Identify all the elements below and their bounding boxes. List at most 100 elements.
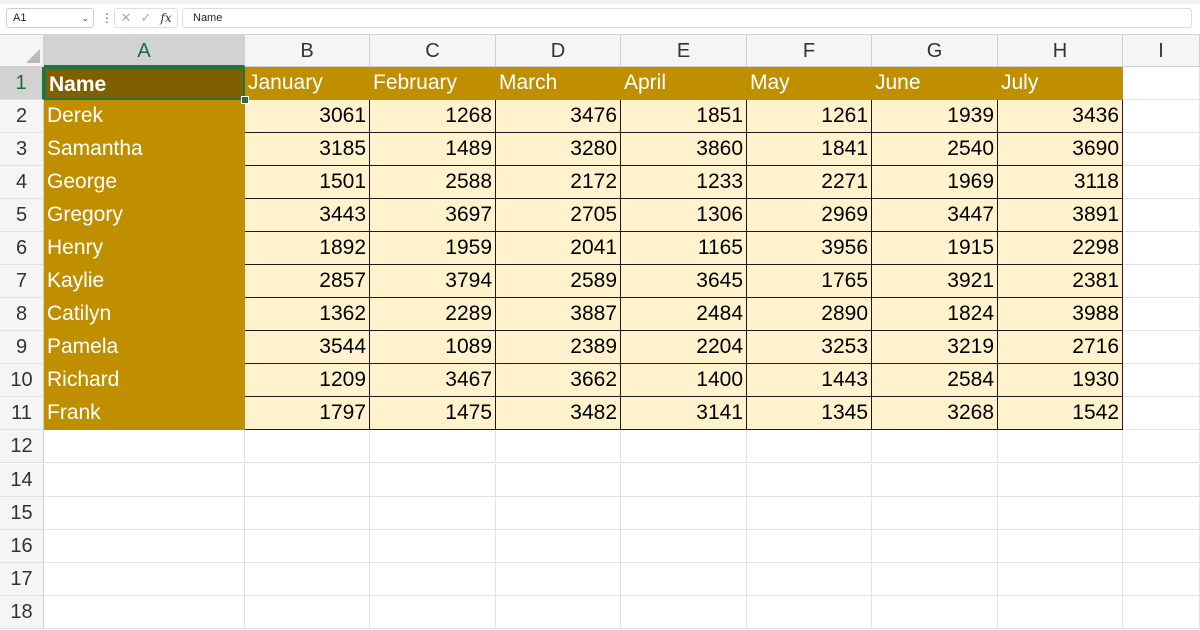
chevron-down-icon[interactable]: ⌄: [81, 9, 89, 27]
name-cell[interactable]: Frank: [44, 397, 245, 430]
column-header-a[interactable]: A: [44, 35, 245, 67]
column-header-b[interactable]: B: [245, 35, 370, 67]
cell-e16[interactable]: [621, 530, 747, 563]
name-cell[interactable]: George: [44, 166, 245, 199]
value-cell[interactable]: 3956: [747, 232, 872, 265]
cell-b18[interactable]: [245, 596, 370, 629]
column-header-c[interactable]: C: [370, 35, 496, 67]
row-header-15[interactable]: 15: [0, 497, 44, 530]
value-cell[interactable]: 1797: [245, 397, 370, 430]
table-header-cell[interactable]: July: [998, 67, 1123, 100]
cell-i17[interactable]: [1123, 563, 1200, 596]
row-header-7[interactable]: 7: [0, 265, 44, 298]
fill-handle[interactable]: [241, 96, 249, 104]
value-cell[interactable]: 3253: [747, 331, 872, 364]
cell-f17[interactable]: [747, 563, 872, 596]
column-header-d[interactable]: D: [496, 35, 621, 67]
cell-i5[interactable]: [1123, 199, 1200, 232]
value-cell[interactable]: 2890: [747, 298, 872, 331]
value-cell[interactable]: 3891: [998, 199, 1123, 232]
column-header-g[interactable]: G: [872, 35, 998, 67]
value-cell[interactable]: 3544: [245, 331, 370, 364]
cell-d16[interactable]: [496, 530, 621, 563]
value-cell[interactable]: 3436: [998, 100, 1123, 133]
row-header-4[interactable]: 4: [0, 166, 44, 199]
value-cell[interactable]: 1362: [245, 298, 370, 331]
value-cell[interactable]: 3141: [621, 397, 747, 430]
cell-e12[interactable]: [621, 430, 747, 463]
cell-i2[interactable]: [1123, 100, 1200, 133]
cell-d18[interactable]: [496, 596, 621, 629]
value-cell[interactable]: 2716: [998, 331, 1123, 364]
cell-a17[interactable]: [44, 563, 245, 596]
row-header-11[interactable]: 11: [0, 397, 44, 430]
value-cell[interactable]: 2969: [747, 199, 872, 232]
cell-g17[interactable]: [872, 563, 998, 596]
value-cell[interactable]: 1209: [245, 364, 370, 397]
cell-i4[interactable]: [1123, 166, 1200, 199]
value-cell[interactable]: 1233: [621, 166, 747, 199]
name-cell[interactable]: Henry: [44, 232, 245, 265]
cell-d14[interactable]: [496, 464, 621, 497]
cell-i10[interactable]: [1123, 364, 1200, 397]
value-cell[interactable]: 3061: [245, 100, 370, 133]
cell-b15[interactable]: [245, 497, 370, 530]
name-cell[interactable]: Gregory: [44, 199, 245, 232]
value-cell[interactable]: 1841: [747, 133, 872, 166]
value-cell[interactable]: 1892: [245, 232, 370, 265]
value-cell[interactable]: 3690: [998, 133, 1123, 166]
table-header-cell[interactable]: February: [370, 67, 496, 100]
cell-b16[interactable]: [245, 530, 370, 563]
cell-d15[interactable]: [496, 497, 621, 530]
cell-h18[interactable]: [998, 596, 1123, 629]
value-cell[interactable]: 3645: [621, 265, 747, 298]
cell-e18[interactable]: [621, 596, 747, 629]
value-cell[interactable]: 2172: [496, 166, 621, 199]
value-cell[interactable]: 2589: [496, 265, 621, 298]
cell-f12[interactable]: [747, 430, 872, 463]
name-box[interactable]: A1 ⌄: [6, 8, 94, 28]
value-cell[interactable]: 2584: [872, 364, 998, 397]
row-header-18[interactable]: 18: [0, 596, 44, 629]
value-cell[interactable]: 2298: [998, 232, 1123, 265]
more-options-icon[interactable]: ⋮: [101, 8, 113, 28]
cell-i11[interactable]: [1123, 397, 1200, 430]
value-cell[interactable]: 1268: [370, 100, 496, 133]
value-cell[interactable]: 2484: [621, 298, 747, 331]
cancel-icon[interactable]: ✕: [117, 9, 135, 27]
cell-g16[interactable]: [872, 530, 998, 563]
cell-d12[interactable]: [496, 430, 621, 463]
row-header-17[interactable]: 17: [0, 563, 44, 596]
table-header-cell[interactable]: June: [872, 67, 998, 100]
value-cell[interactable]: 1306: [621, 199, 747, 232]
cell-i12[interactable]: [1123, 430, 1200, 463]
value-cell[interactable]: 1915: [872, 232, 998, 265]
cell-g15[interactable]: [872, 497, 998, 530]
table-header-cell[interactable]: May: [747, 67, 872, 100]
cell-h12[interactable]: [998, 430, 1123, 463]
value-cell[interactable]: 1089: [370, 331, 496, 364]
value-cell[interactable]: 3988: [998, 298, 1123, 331]
value-cell[interactable]: 3280: [496, 133, 621, 166]
name-cell[interactable]: Catilyn: [44, 298, 245, 331]
cell-g18[interactable]: [872, 596, 998, 629]
name-cell[interactable]: Samantha: [44, 133, 245, 166]
value-cell[interactable]: 3697: [370, 199, 496, 232]
value-cell[interactable]: 1969: [872, 166, 998, 199]
active-cell-a1[interactable]: Name: [44, 67, 245, 100]
insert-function-icon[interactable]: fx: [157, 9, 175, 27]
row-header-6[interactable]: 6: [0, 232, 44, 265]
cell-d17[interactable]: [496, 563, 621, 596]
row-header-1[interactable]: 1: [0, 67, 44, 100]
cell-g12[interactable]: [872, 430, 998, 463]
cell-h15[interactable]: [998, 497, 1123, 530]
value-cell[interactable]: 2389: [496, 331, 621, 364]
cell-h14[interactable]: [998, 464, 1123, 497]
value-cell[interactable]: 2857: [245, 265, 370, 298]
cell-h17[interactable]: [998, 563, 1123, 596]
cell-i15[interactable]: [1123, 497, 1200, 530]
value-cell[interactable]: 2381: [998, 265, 1123, 298]
row-header-5[interactable]: 5: [0, 199, 44, 232]
row-header-3[interactable]: 3: [0, 133, 44, 166]
cell-c15[interactable]: [370, 497, 496, 530]
